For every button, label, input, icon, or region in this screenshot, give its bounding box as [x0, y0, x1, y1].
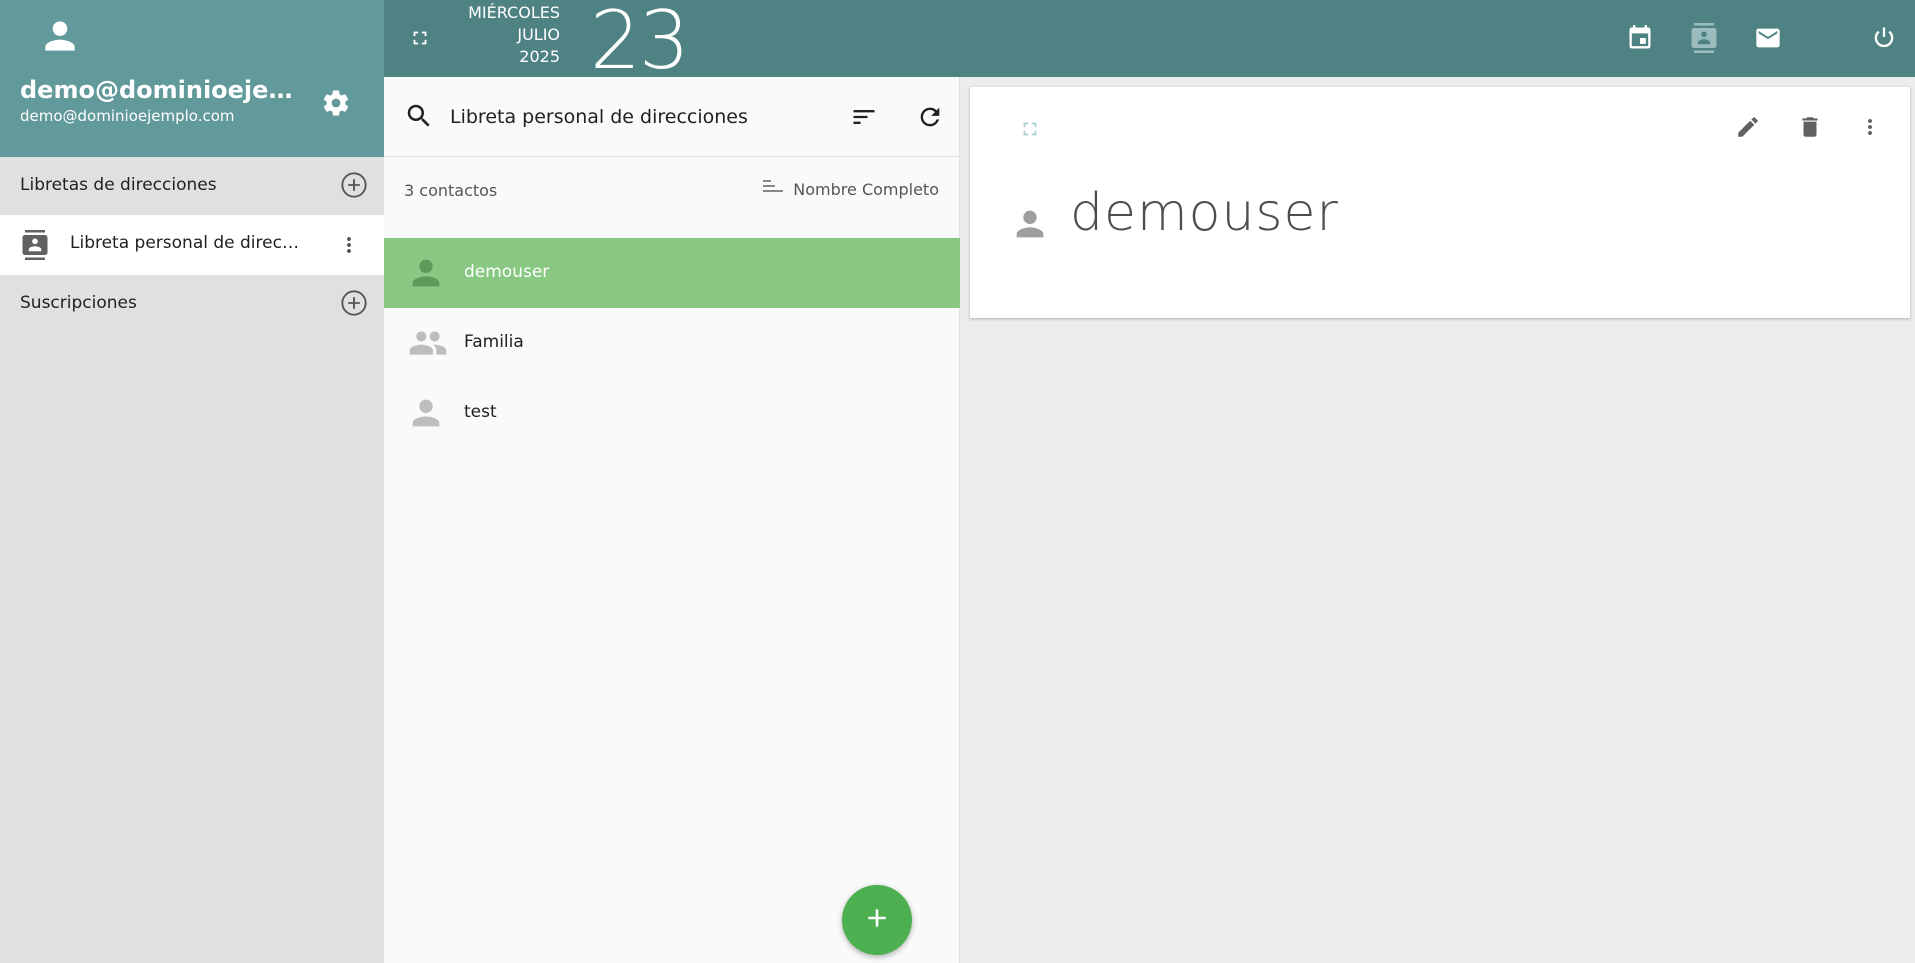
calendar-icon[interactable]: [1620, 18, 1660, 58]
contact-name: test: [464, 402, 497, 422]
add-contact-button[interactable]: [842, 885, 912, 955]
add-circle-icon[interactable]: [338, 287, 370, 319]
contact-title: demouser: [1070, 183, 1339, 243]
day-number: 23: [590, 0, 690, 87]
addressbooks-title: Libretas de direcciones: [20, 175, 217, 195]
sort-lines-icon: [761, 177, 785, 201]
refresh-icon[interactable]: [910, 97, 950, 137]
delete-icon[interactable]: [1790, 107, 1830, 147]
person-icon: [1010, 204, 1050, 244]
contact-name: Familia: [464, 332, 524, 352]
power-icon[interactable]: [1864, 18, 1904, 58]
contacts-icon[interactable]: [1684, 18, 1724, 58]
plus-icon: [864, 905, 890, 935]
contact-count: 3 contactos: [404, 181, 498, 200]
weekday: MIÉRCOLES: [468, 3, 560, 22]
contact-detail-card: demouser: [970, 87, 1910, 318]
person-icon: [404, 253, 448, 293]
sort-selector[interactable]: Nombre Completo: [761, 177, 939, 201]
group-icon: [404, 323, 448, 363]
account-email: demo@dominioejemplo.com: [20, 107, 235, 125]
search-input[interactable]: [450, 97, 780, 137]
search-bar: [384, 77, 960, 157]
addressbooks-section: Libretas de direcciones: [0, 157, 384, 213]
person-icon: [404, 393, 448, 433]
fullscreen-icon[interactable]: [404, 22, 436, 54]
addressbook-item[interactable]: Libreta personal de direcciones: [0, 215, 384, 275]
add-circle-icon[interactable]: [338, 169, 370, 201]
account-name: demo@dominioejemplo.com: [20, 76, 305, 104]
list-item[interactable]: demouser: [384, 238, 960, 308]
sidebar: demo@dominioejemplo.com demo@dominioejem…: [0, 0, 384, 963]
gear-icon[interactable]: [318, 85, 354, 121]
subscriptions-title: Suscripciones: [20, 293, 137, 313]
list-item[interactable]: test: [384, 378, 960, 448]
contact-list-pane: 3 contactos Nombre Completo demouser Fam…: [384, 77, 960, 963]
addressbook-label: Libreta personal de direcciones: [70, 233, 302, 253]
more-vert-icon[interactable]: [333, 229, 365, 261]
mail-icon[interactable]: [1748, 18, 1788, 58]
fullscreen-icon[interactable]: [1014, 113, 1046, 145]
account-header: demo@dominioejemplo.com demo@dominioejem…: [0, 0, 384, 157]
search-icon[interactable]: [404, 101, 436, 133]
date-text: MIÉRCOLES JULIO 2025: [464, 2, 560, 68]
person-icon: [38, 14, 82, 58]
list-item[interactable]: Familia: [384, 308, 960, 378]
addressbook-icon: [20, 230, 50, 260]
contact-name: demouser: [464, 262, 550, 282]
month: JULIO: [517, 25, 560, 44]
sort-label: Nombre Completo: [793, 179, 939, 199]
topbar: MIÉRCOLES JULIO 2025 23: [384, 0, 1915, 87]
edit-icon[interactable]: [1728, 107, 1768, 147]
more-vert-icon[interactable]: [1850, 107, 1890, 147]
sort-icon[interactable]: [844, 97, 884, 137]
year: 2025: [519, 47, 560, 66]
subscriptions-section: Suscripciones: [0, 275, 384, 331]
